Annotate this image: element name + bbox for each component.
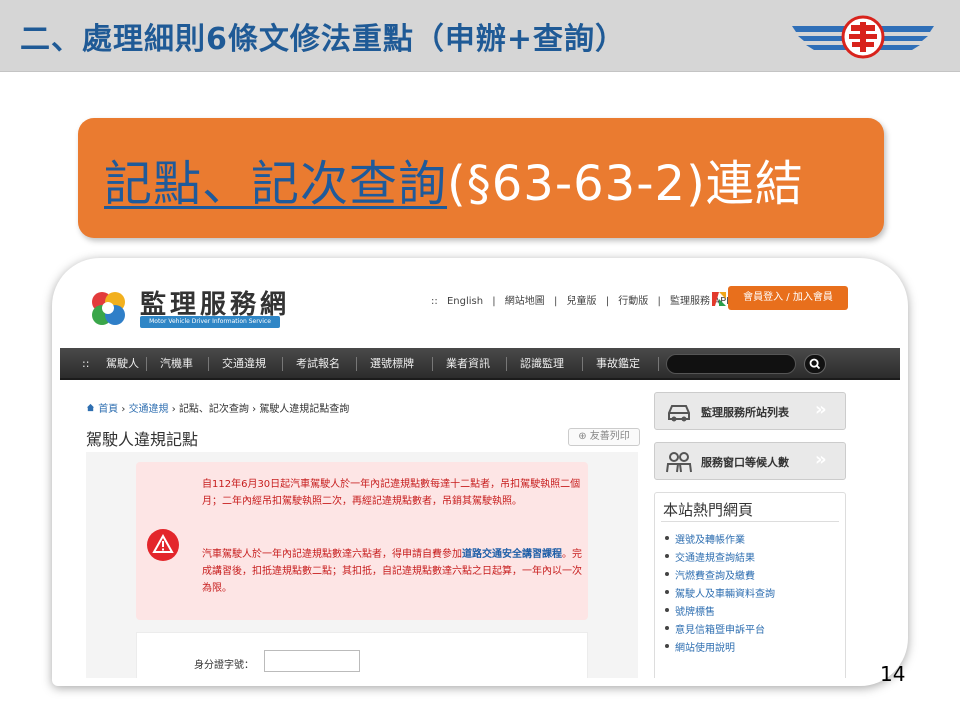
nav-violations[interactable]: 交通違規 xyxy=(222,348,266,380)
nav-about[interactable]: 認識監理 xyxy=(520,348,564,380)
top-link-sep: | xyxy=(605,296,610,307)
station-list-button[interactable]: 監理服務所站列表 » xyxy=(654,392,846,430)
slide-title: 二、處理細則6條文修法重點（申辦+查詢） xyxy=(20,22,627,57)
top-links: :: English | 網站地圖 | 兒童版 | 行動版 | 監理服務 APP xyxy=(428,292,735,307)
breadcrumb-points[interactable]: 記點、記次查詢 xyxy=(179,404,249,415)
query-link[interactable]: 記點、記次查詢 xyxy=(104,156,447,212)
hot-link[interactable]: 汽燃費查詢及繳費 xyxy=(665,567,755,582)
nav-dots: :: xyxy=(82,357,90,370)
nav-plates[interactable]: 選號標牌 xyxy=(370,348,414,380)
banner: 記點、記次查詢(§63-63-2)連結 xyxy=(78,118,884,238)
nav-accident[interactable]: 事故鑑定 xyxy=(596,348,640,380)
search-icon[interactable] xyxy=(804,354,826,374)
top-link-sitemap[interactable]: 網站地圖 xyxy=(505,296,545,307)
popular-pages-panel: 本站熱門網頁 選號及轉帳作業 交通違規查詢結果 汽燃費查詢及繳費 駕駛人及車輛資… xyxy=(654,492,846,678)
agency-logo-icon xyxy=(792,15,934,59)
hot-link[interactable]: 號牌標售 xyxy=(665,603,715,618)
site-logo-subtitle: Motor Vehicle Driver Information Service xyxy=(140,316,280,328)
home-icon xyxy=(86,403,95,412)
nav-separator xyxy=(582,357,583,371)
alert-paragraph-2: 汽車駕駛人於一年內記違規點數達六點者，得申請自費參加道路交通安全講習課程。完成講… xyxy=(202,546,584,597)
top-link-dots: :: xyxy=(431,296,438,307)
top-link-english[interactable]: English xyxy=(447,296,483,307)
nav-exam[interactable]: 考試報名 xyxy=(296,348,340,380)
divider xyxy=(661,521,839,522)
chevron-right-icon: » xyxy=(815,399,827,420)
query-form xyxy=(136,632,588,678)
banner-suffix: (§63-63-2)連結 xyxy=(447,156,804,212)
hot-link[interactable]: 駕駛人及車輛資料查詢 xyxy=(665,585,775,600)
nav-separator xyxy=(506,357,507,371)
waiting-count-button[interactable]: 服務窗口等候人數 » xyxy=(654,442,846,480)
top-link-kids[interactable]: 兒童版 xyxy=(567,296,597,307)
people-icon xyxy=(666,452,692,473)
site-logo-icon xyxy=(92,292,125,325)
website-screenshot: 監理服務網 Motor Vehicle Driver Information S… xyxy=(52,258,908,686)
breadcrumb: 首頁 › 交通違規 › 記點、記次查詢 › 駕駛人違規記點查詢 xyxy=(86,400,349,415)
hot-link[interactable]: 交通違規查詢結果 xyxy=(665,549,755,564)
website-viewport: 監理服務網 Motor Vehicle Driver Information S… xyxy=(60,266,900,678)
page-number: 14 xyxy=(880,662,906,686)
top-link-sep: | xyxy=(657,296,661,307)
breadcrumb-current: 駕駛人違規記點查詢 xyxy=(259,404,350,415)
login-button[interactable]: 會員登入 / 加入會員 xyxy=(728,286,848,310)
safety-course-link[interactable]: 道路交通安全講習課程 xyxy=(462,549,562,560)
nav-separator xyxy=(282,357,283,371)
breadcrumb-sep: › xyxy=(252,404,257,415)
print-label: 友善列印 xyxy=(589,431,630,442)
warning-icon xyxy=(147,529,179,561)
nav-separator xyxy=(356,357,357,371)
slide: 二、處理細則6條文修法重點（申辦+查詢） 記點、記次查詢(§63-63-2)連結 xyxy=(0,0,960,720)
banner-text: 記點、記次查詢(§63-63-2)連結 xyxy=(104,144,804,214)
nav-driver[interactable]: 駕駛人 xyxy=(106,348,139,380)
top-link-sep: | xyxy=(553,296,558,307)
alert-text: 汽車駕駛人於一年內記違規點數達六點者，得申請自費參加 xyxy=(202,549,462,560)
nav-separator xyxy=(146,357,147,371)
chevron-right-icon: » xyxy=(815,449,827,470)
top-link-mobile[interactable]: 行動版 xyxy=(618,296,648,307)
nav-separator xyxy=(208,357,209,371)
breadcrumb-home[interactable]: 首頁 xyxy=(98,404,118,415)
hot-link[interactable]: 意見信箱暨申訴平台 xyxy=(665,621,765,636)
nav-vehicle[interactable]: 汽機車 xyxy=(160,348,193,380)
hot-link[interactable]: 選號及轉帳作業 xyxy=(665,531,745,546)
breadcrumb-sep: › xyxy=(171,404,176,415)
top-link-sep: | xyxy=(492,296,496,307)
breadcrumb-violations[interactable]: 交通違規 xyxy=(129,404,169,415)
nav-business[interactable]: 業者資訊 xyxy=(446,348,490,380)
hot-link[interactable]: 網站使用說明 xyxy=(665,639,735,654)
print-icon: ⊕ xyxy=(578,431,590,442)
title-bar: 二、處理細則6條文修法重點（申辦+查詢） xyxy=(0,0,960,72)
app-icon[interactable] xyxy=(710,290,728,308)
alert-paragraph-1: 自112年6月30日起汽車駕駛人於一年內記違規點數每達十二點者，吊扣駕駛執照二個… xyxy=(202,479,581,507)
id-number-input[interactable] xyxy=(264,650,360,672)
popular-pages-title: 本站熱門網頁 xyxy=(663,501,754,519)
id-label: 身分證字號： xyxy=(194,660,254,671)
page-heading: 駕駛人違規記點 xyxy=(86,430,199,449)
main-nav: :: 駕駛人 汽機車 交通違規 考試報名 選號標牌 業者資訊 認識監理 事故鑑定 xyxy=(60,348,900,380)
waiting-count-label: 服務窗口等候人數 xyxy=(701,456,789,469)
nav-separator xyxy=(658,357,659,371)
nav-search-input[interactable] xyxy=(666,354,796,374)
car-icon xyxy=(668,405,690,422)
breadcrumb-sep: › xyxy=(121,404,126,415)
print-button[interactable]: ⊕ 友善列印 xyxy=(568,428,640,446)
station-list-label: 監理服務所站列表 xyxy=(701,406,789,419)
nav-separator xyxy=(432,357,433,371)
